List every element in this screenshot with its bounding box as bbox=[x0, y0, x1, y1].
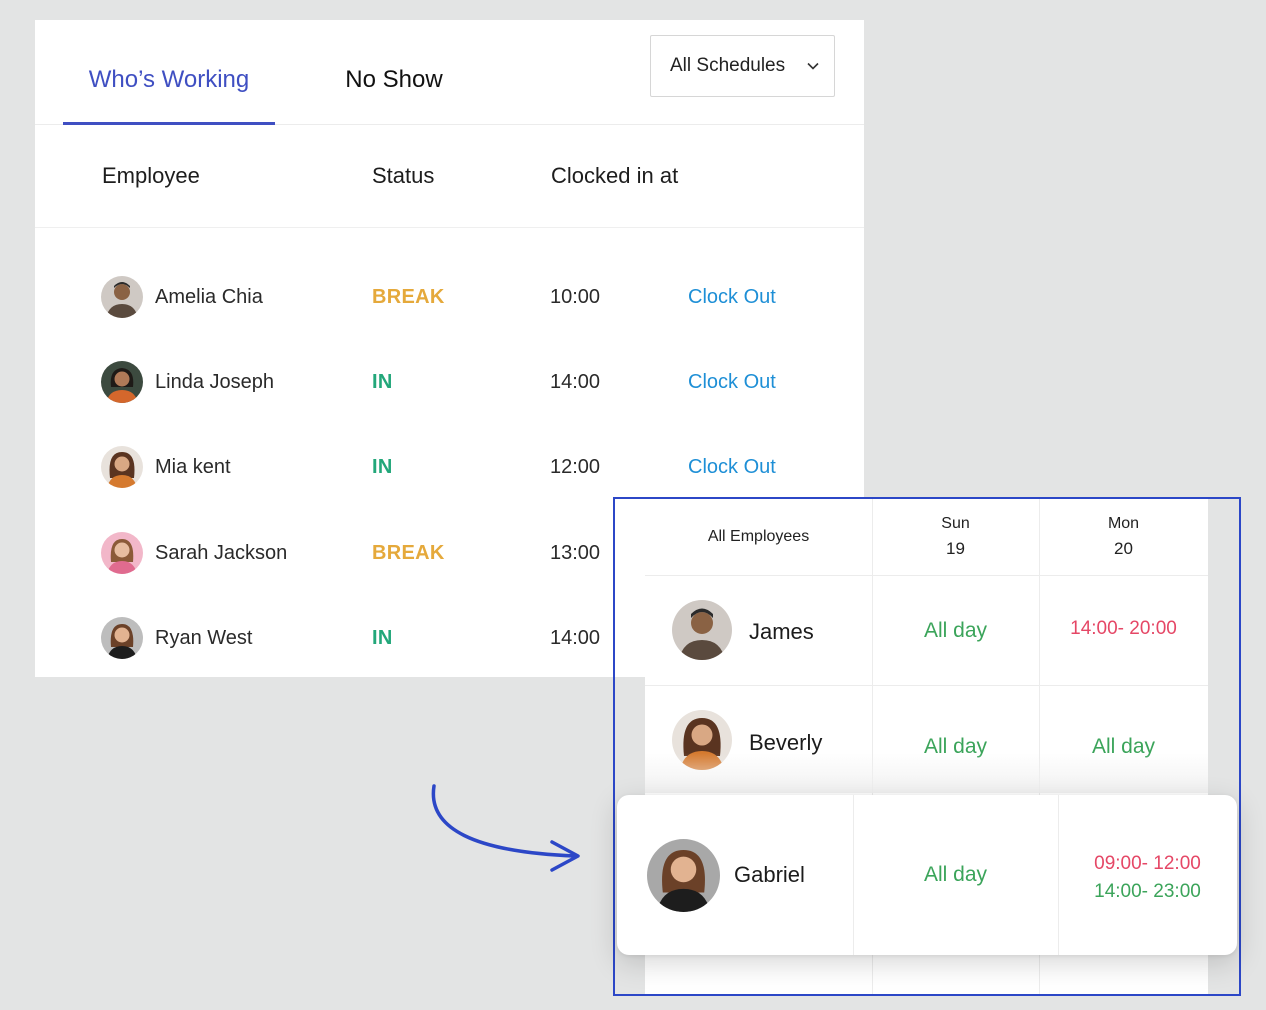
column-header-clocked-in: Clocked in at bbox=[551, 163, 679, 188]
employee-name: Sarah Jackson bbox=[155, 542, 288, 564]
day-date: 19 bbox=[946, 539, 965, 558]
day-date: 20 bbox=[1114, 539, 1133, 558]
clocked-in-time: 14:00 bbox=[550, 627, 601, 649]
clocked-in-time: 10:00 bbox=[550, 286, 601, 308]
tab-whos-working[interactable]: Who’s Working bbox=[63, 20, 275, 125]
status-badge: BREAK bbox=[372, 542, 445, 564]
day-header-sun: Sun 19 bbox=[872, 515, 1039, 559]
clocked-in-time: 12:00 bbox=[550, 456, 601, 478]
shift-cell[interactable]: All day bbox=[872, 619, 1039, 643]
avatar bbox=[101, 361, 143, 403]
clock-out-link[interactable]: Clock Out bbox=[688, 286, 776, 309]
chevron-down-icon bbox=[807, 62, 819, 70]
employee-name: Mia kent bbox=[155, 456, 231, 478]
schedule-filter-value: All Schedules bbox=[670, 55, 786, 76]
table-row: Linda Joseph IN 14:00 Clock Out bbox=[35, 353, 864, 413]
row-divider bbox=[645, 575, 1208, 576]
clock-out-link[interactable]: Clock Out bbox=[688, 456, 776, 479]
schedule-filter-dropdown[interactable]: All Schedules bbox=[650, 35, 835, 97]
status-badge: IN bbox=[372, 627, 393, 649]
clocked-in-time: 13:00 bbox=[550, 542, 601, 564]
shift-time: 14:00- 23:00 bbox=[1094, 881, 1201, 902]
table-header: Employee Status Clocked in at bbox=[35, 125, 864, 228]
employee-name: Ryan West bbox=[155, 627, 253, 649]
status-badge: BREAK bbox=[372, 286, 445, 308]
table-row: Amelia Chia BREAK 10:00 Clock Out bbox=[35, 268, 864, 328]
avatar bbox=[101, 532, 143, 574]
employee-name: Amelia Chia bbox=[155, 286, 263, 308]
shift-cell[interactable]: 14:00- 20:00 bbox=[1039, 618, 1208, 640]
employee-name: James bbox=[749, 619, 814, 644]
employee-name: Gabriel bbox=[734, 862, 805, 887]
tab-bar: Who’s Working No Show All Schedules bbox=[35, 20, 864, 125]
avatar bbox=[647, 839, 720, 912]
day-name: Mon bbox=[1107, 515, 1140, 532]
avatar bbox=[672, 600, 732, 660]
all-employees-header: All Employees bbox=[707, 528, 810, 545]
avatar bbox=[101, 446, 143, 488]
row-divider bbox=[645, 685, 1208, 686]
row-fade bbox=[645, 753, 1208, 793]
clock-out-link[interactable]: Clock Out bbox=[688, 371, 776, 394]
day-header-mon: Mon 20 bbox=[1039, 515, 1208, 559]
tab-no-show[interactable]: No Show bbox=[335, 20, 453, 124]
arrow-icon bbox=[431, 784, 580, 872]
column-header-employee: Employee bbox=[102, 163, 200, 188]
shift-cell[interactable]: 09:00- 12:00 14:00- 23:00 bbox=[1058, 850, 1237, 906]
day-name: Sun bbox=[941, 515, 970, 532]
shift-time: 09:00- 12:00 bbox=[1094, 853, 1201, 874]
avatar bbox=[101, 276, 143, 318]
highlighted-schedule-row[interactable]: Gabriel All day 09:00- 12:00 14:00- 23:0… bbox=[617, 795, 1237, 955]
clocked-in-time: 14:00 bbox=[550, 371, 601, 393]
avatar bbox=[101, 617, 143, 659]
status-badge: IN bbox=[372, 371, 393, 393]
shift-cell[interactable]: All day bbox=[853, 863, 1058, 887]
column-header-status: Status bbox=[372, 163, 435, 188]
table-row: Mia kent IN 12:00 Clock Out bbox=[35, 438, 864, 498]
status-badge: IN bbox=[372, 456, 393, 478]
employee-name: Linda Joseph bbox=[155, 371, 274, 393]
